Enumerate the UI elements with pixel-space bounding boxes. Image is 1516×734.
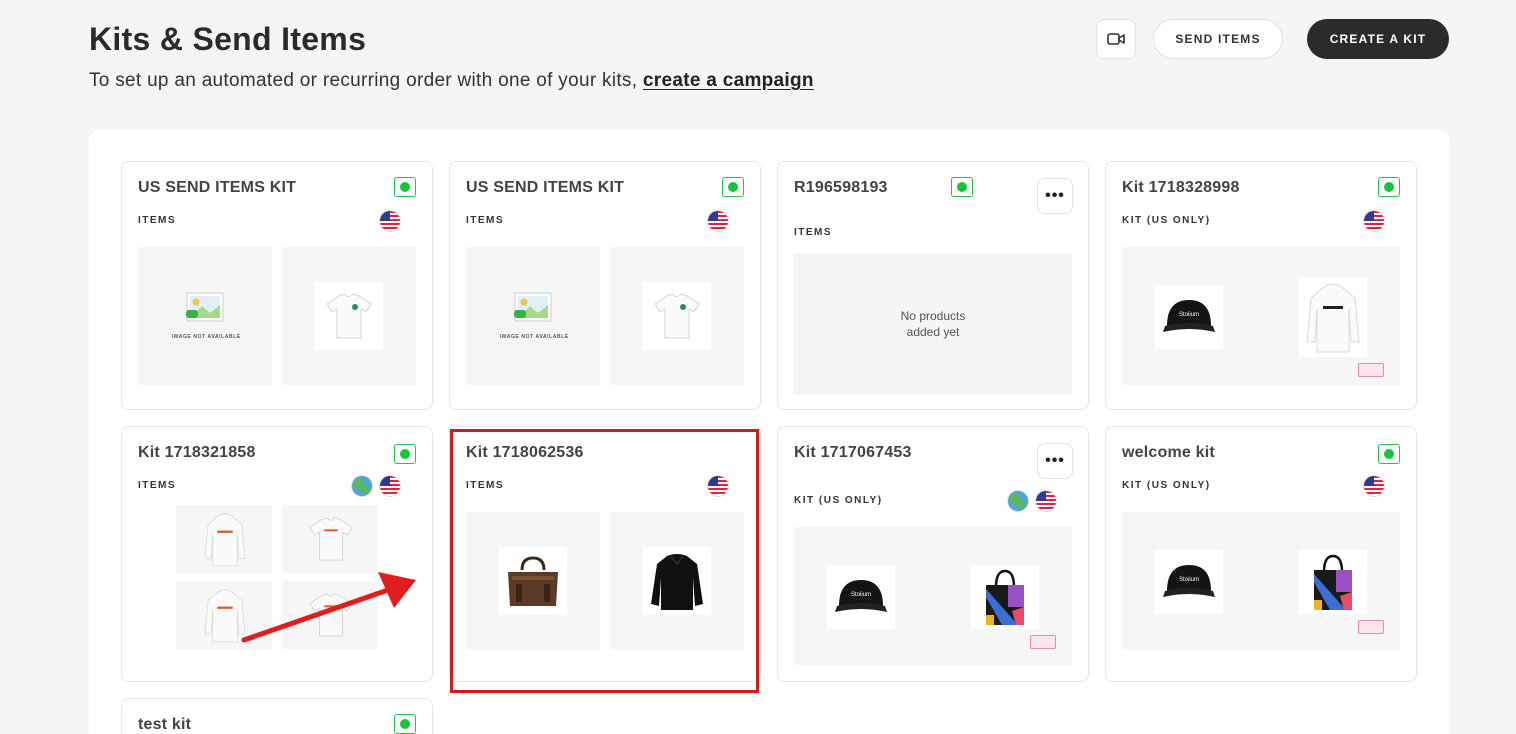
kit-name: US SEND ITEMS KIT [466,179,625,196]
kit-card[interactable]: US SEND ITEMS KIT ITEMS IMAGE NOT AVAILA… [449,161,761,410]
kit-name: welcome kit [1122,444,1215,461]
us-flag-icon [1364,211,1384,231]
kit-type: ITEMS [138,215,177,226]
product-image-cap: Stoiium [1155,550,1223,614]
kit-card[interactable]: test kit [121,698,433,734]
kit-name: test kit [138,716,192,733]
product-image-tote-bag [971,565,1039,629]
subtitle-text: To set up an automated or recurring orde… [89,70,638,91]
product-image-tote-bag [1299,550,1367,614]
image-not-available-label: IMAGE NOT AVAILABLE [172,334,241,340]
t-shirt-icon [654,293,700,339]
active-status-icon[interactable] [1378,177,1400,197]
us-flag-icon [708,211,728,231]
product-tile: Stoiium [1122,247,1400,385]
tote-bag-icon [1314,554,1352,610]
tote-bag-icon [986,569,1024,625]
kit-card[interactable]: Kit 1717067453 ••• KIT (US ONLY) Stoiium [777,426,1089,682]
package-icon [1358,620,1384,634]
product-tile [282,247,416,385]
product-image-cap: Stoiium [1155,285,1223,349]
active-status-icon[interactable] [394,177,416,197]
hoodie-icon [1306,283,1360,353]
kit-card[interactable]: Kit 1718328998 KIT (US ONLY) Stoiium [1105,161,1417,410]
video-tutorial-button[interactable] [1096,19,1136,59]
cap-logo-text: Stoiium [1179,312,1199,318]
kit-type: ITEMS [794,227,833,238]
cap-icon: Stoiium [1163,565,1215,597]
more-options-button[interactable]: ••• [1037,178,1073,214]
product-image-tshirt [643,282,711,350]
package-icon [1358,363,1384,377]
us-flag-icon [1364,476,1384,496]
product-tile: Stoiium [1122,512,1400,650]
t-shirt-icon [309,517,353,561]
create-campaign-link[interactable]: create a campaign [643,70,814,91]
image-not-available-icon [514,292,552,322]
kit-card[interactable]: welcome kit KIT (US ONLY) Stoiium [1105,426,1417,682]
kit-name: Kit 1718321858 [138,444,256,461]
kit-name: Kit 1717067453 [794,444,912,461]
package-icon [1030,635,1056,649]
cap-logo-text: Stoiium [851,592,871,598]
more-options-button[interactable]: ••• [1037,443,1073,479]
active-status-icon[interactable] [951,177,973,197]
create-kit-button[interactable]: CREATE A KIT [1307,19,1449,59]
active-status-icon[interactable] [1378,444,1400,464]
active-status-icon[interactable] [722,177,744,197]
product-tile: Stoiium [794,527,1072,665]
kit-name: US SEND ITEMS KIT [138,179,297,196]
video-camera-icon [1107,33,1125,45]
us-flag-icon [380,476,400,496]
highlight-box [450,429,759,693]
image-not-available-label: IMAGE NOT AVAILABLE [500,334,569,340]
active-status-icon[interactable] [394,444,416,464]
product-tile: IMAGE NOT AVAILABLE [138,247,272,385]
product-image-tshirt [315,282,383,350]
cap-icon: Stoiium [1163,300,1215,332]
active-status-icon[interactable] [394,714,416,734]
globe-icon [352,476,372,496]
kit-type: ITEMS [466,215,505,226]
cap-logo-text: Stoiium [1179,577,1199,583]
product-tile [610,247,744,385]
kit-type: KIT (US ONLY) [1122,480,1211,491]
kit-name: R196598193 [794,179,888,196]
page-subtitle: To set up an automated or recurring orde… [89,70,814,92]
annotation-arrow-icon [241,572,416,643]
product-tile: IMAGE NOT AVAILABLE [466,247,600,385]
kit-type: KIT (US ONLY) [794,495,883,506]
product-image-cap: Stoiium [827,565,895,629]
cap-icon: Stoiium [835,580,887,612]
product-image-hoodie [1299,277,1367,357]
us-flag-icon [380,211,400,231]
kit-type: KIT (US ONLY) [1122,215,1211,226]
t-shirt-icon [326,293,372,339]
page-title: Kits & Send Items [89,21,367,57]
kits-page: Kits & Send Items To set up an automated… [0,0,1516,734]
image-not-available-icon [186,292,224,322]
kit-type: ITEMS [138,480,177,491]
send-items-button[interactable]: SEND ITEMS [1153,19,1283,59]
kit-card[interactable]: R196598193 ••• ITEMS No products added y… [777,161,1089,410]
globe-icon [1008,491,1028,511]
empty-products-message: No products added yet [794,253,1072,395]
kit-card[interactable]: US SEND ITEMS KIT ITEMS IMAGE NOT AVAILA… [121,161,433,410]
us-flag-icon [1036,491,1056,511]
kit-name: Kit 1718328998 [1122,179,1240,196]
